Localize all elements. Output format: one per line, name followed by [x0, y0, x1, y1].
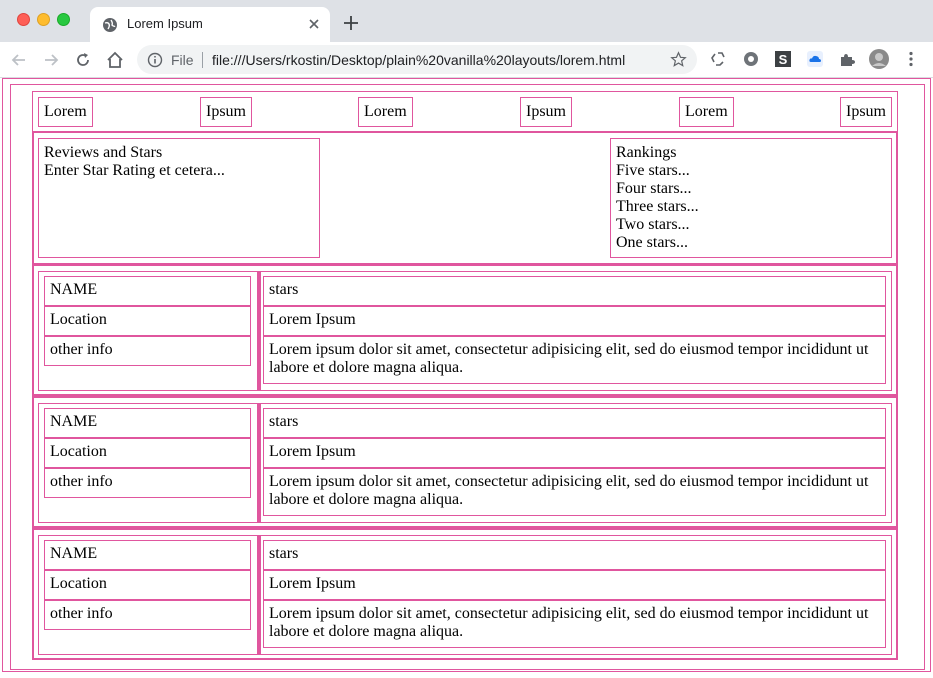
- nav-item-lorem-1[interactable]: Lorem: [38, 97, 93, 127]
- forward-icon[interactable]: [41, 50, 61, 70]
- reviews-title: Reviews and Stars: [44, 144, 163, 161]
- globe-icon: [103, 18, 117, 32]
- reviewer-location: Location: [44, 438, 251, 468]
- browser-toolbar: File file:///Users/rkostin/Desktop/plain…: [0, 42, 933, 78]
- new-tab-icon[interactable]: [342, 14, 360, 32]
- address-divider: [202, 52, 203, 68]
- s-extension-icon[interactable]: S: [774, 50, 792, 68]
- review-text: Lorem ipsum dolor sit amet, consectetur …: [263, 336, 886, 384]
- cloud-extension-icon[interactable]: [806, 50, 824, 68]
- recycle-extension-icon[interactable]: [709, 50, 727, 68]
- reviewer-name: NAME: [44, 540, 251, 570]
- review-stars: stars: [263, 408, 886, 438]
- review-card: NAME Location other info stars Lorem Ips…: [32, 396, 898, 528]
- browser-tab-bar: Lorem Ipsum: [0, 0, 933, 42]
- reviewer-name: NAME: [44, 408, 251, 438]
- zoom-window-button[interactable]: [57, 13, 70, 26]
- minimize-window-button[interactable]: [37, 13, 50, 26]
- reload-icon[interactable]: [73, 50, 93, 70]
- rankings-title: Rankings: [616, 144, 677, 161]
- reviewer-other-info: other info: [44, 336, 251, 366]
- home-icon[interactable]: [105, 50, 125, 70]
- review-card: NAME Location other info stars Lorem Ips…: [32, 264, 898, 396]
- ranking-two-stars: Two stars...: [616, 216, 690, 233]
- ranking-one-stars: One stars...: [616, 234, 688, 251]
- review-stars: stars: [263, 540, 886, 570]
- ranking-four-stars: Four stars...: [616, 180, 692, 197]
- rankings-box: Rankings Five stars... Four stars... Thr…: [610, 138, 892, 258]
- info-icon[interactable]: [147, 52, 163, 68]
- gear-extension-icon[interactable]: [742, 50, 760, 68]
- reviews-subtitle: Enter Star Rating et cetera...: [44, 162, 225, 179]
- nav-header: [32, 91, 898, 132]
- ranking-five-stars: Five stars...: [616, 162, 690, 179]
- reviewer-other-info: other info: [44, 600, 251, 630]
- page-viewport: Lorem Ipsum Lorem Ipsum Lorem Ipsum Revi…: [0, 78, 933, 678]
- review-text: Lorem ipsum dolor sit amet, consectetur …: [263, 600, 886, 648]
- reviewer-name: NAME: [44, 276, 251, 306]
- review-card: NAME Location other info stars Lorem Ips…: [32, 528, 898, 660]
- tab-title: Lorem Ipsum: [127, 16, 203, 31]
- reviews-box: Reviews and Stars Enter Star Rating et c…: [38, 138, 320, 258]
- review-place: Lorem Ipsum: [263, 306, 886, 336]
- nav-item-ipsum-2[interactable]: Ipsum: [520, 97, 572, 127]
- bookmark-star-icon[interactable]: [670, 51, 687, 68]
- file-scheme-label: File: [171, 52, 194, 68]
- review-place: Lorem Ipsum: [263, 570, 886, 600]
- address-bar[interactable]: File file:///Users/rkostin/Desktop/plain…: [137, 45, 697, 74]
- close-tab-icon[interactable]: [306, 16, 322, 32]
- ranking-three-stars: Three stars...: [616, 198, 699, 215]
- url-text[interactable]: file:///Users/rkostin/Desktop/plain%20va…: [212, 52, 625, 68]
- review-place: Lorem Ipsum: [263, 438, 886, 468]
- review-text: Lorem ipsum dolor sit amet, consectetur …: [263, 468, 886, 516]
- back-icon[interactable]: [9, 50, 29, 70]
- nav-item-lorem-2[interactable]: Lorem: [358, 97, 413, 127]
- puzzle-extensions-icon[interactable]: [838, 50, 856, 68]
- review-stars: stars: [263, 276, 886, 306]
- svg-text:S: S: [779, 52, 788, 67]
- browser-menu-icon[interactable]: [902, 50, 920, 68]
- nav-item-ipsum-3[interactable]: Ipsum: [840, 97, 892, 127]
- browser-tab[interactable]: Lorem Ipsum: [90, 7, 330, 42]
- reviewer-location: Location: [44, 306, 251, 336]
- reviewer-other-info: other info: [44, 468, 251, 498]
- close-window-button[interactable]: [17, 13, 30, 26]
- reviewer-location: Location: [44, 570, 251, 600]
- nav-item-lorem-3[interactable]: Lorem: [679, 97, 734, 127]
- profile-avatar-icon[interactable]: [869, 49, 889, 69]
- nav-item-ipsum-1[interactable]: Ipsum: [200, 97, 252, 127]
